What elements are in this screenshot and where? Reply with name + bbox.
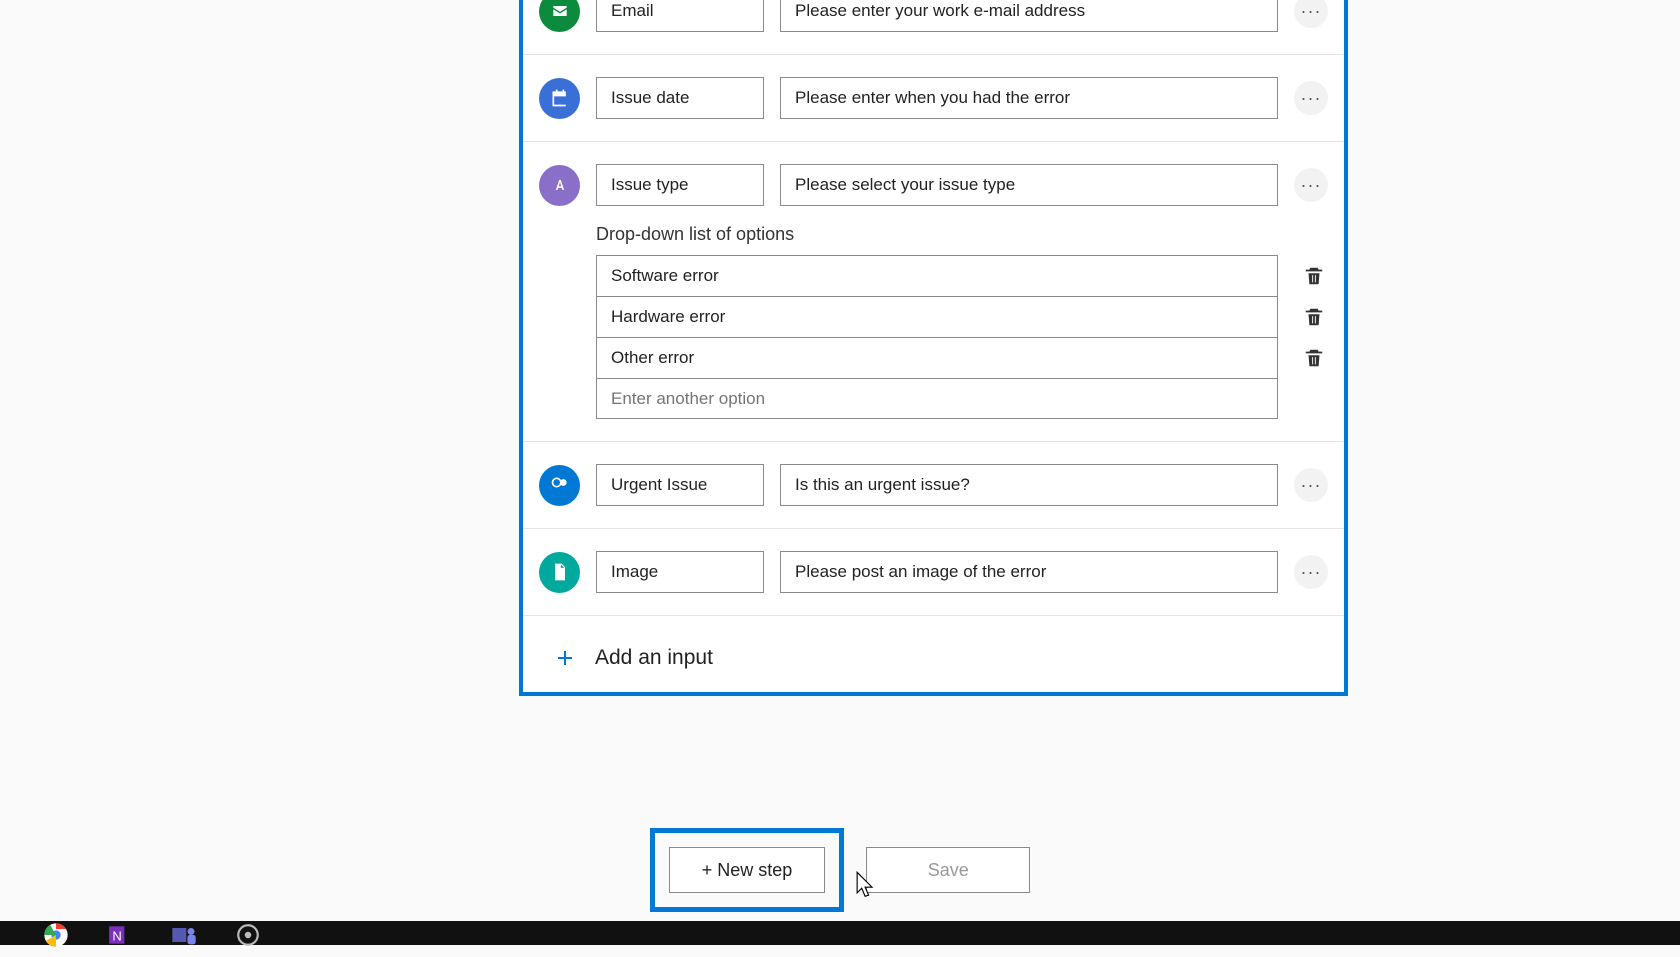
add-input-label: Add an input — [595, 646, 713, 670]
option-input-1[interactable] — [596, 296, 1278, 337]
more-icon: ··· — [1301, 89, 1322, 107]
option-input-0[interactable] — [596, 255, 1278, 296]
input-block-image: ··· — [523, 551, 1344, 616]
image-more-button[interactable]: ··· — [1294, 555, 1328, 589]
file-icon — [539, 552, 580, 593]
date-more-button[interactable]: ··· — [1294, 81, 1328, 115]
delete-option-button[interactable] — [1300, 262, 1328, 290]
input-block-urgent: ··· — [523, 464, 1344, 529]
trash-icon — [1303, 265, 1325, 287]
plus-icon — [553, 646, 577, 670]
dropdown-options-label: Drop-down list of options — [596, 224, 1328, 245]
image-desc-input[interactable] — [780, 551, 1278, 593]
dropdown-options-section: Drop-down list of options — [539, 224, 1328, 419]
more-icon: ··· — [1301, 476, 1322, 494]
new-step-highlight: + New step — [650, 828, 845, 912]
date-icon — [539, 78, 580, 119]
input-block-email: ··· — [523, 0, 1344, 55]
delete-option-button[interactable] — [1300, 344, 1328, 372]
option-input-2[interactable] — [596, 337, 1278, 378]
trigger-card: ··· ··· ··· Drop-down list of options — [519, 0, 1348, 696]
yesno-icon — [539, 465, 580, 506]
save-button[interactable]: Save — [866, 847, 1030, 893]
input-block-type: ··· Drop-down list of options — [523, 164, 1344, 442]
email-icon — [539, 0, 580, 32]
delete-option-button[interactable] — [1300, 303, 1328, 331]
date-name-input[interactable] — [596, 77, 764, 119]
taskbar-chrome-icon[interactable] — [34, 913, 78, 957]
taskbar-teams-icon[interactable] — [162, 913, 206, 957]
add-input-button[interactable]: Add an input — [523, 638, 1344, 670]
option-row — [596, 296, 1328, 337]
action-row: + New step Save — [0, 828, 1680, 912]
email-more-button[interactable]: ··· — [1294, 0, 1328, 28]
type-desc-input[interactable] — [780, 164, 1278, 206]
urgent-name-input[interactable] — [596, 464, 764, 506]
urgent-desc-input[interactable] — [780, 464, 1278, 506]
new-option-row — [596, 378, 1328, 419]
trash-icon — [1303, 347, 1325, 369]
taskbar: N — [0, 921, 1680, 945]
input-block-date: ··· — [523, 77, 1344, 142]
taskbar-app-icon[interactable] — [226, 913, 270, 957]
more-icon: ··· — [1301, 2, 1322, 20]
svg-text:N: N — [112, 928, 121, 943]
text-icon — [539, 165, 580, 206]
trash-icon — [1303, 306, 1325, 328]
taskbar-onenote-icon[interactable]: N — [98, 913, 142, 957]
email-name-input[interactable] — [596, 0, 764, 32]
date-desc-input[interactable] — [780, 77, 1278, 119]
more-icon: ··· — [1301, 563, 1322, 581]
image-name-input[interactable] — [596, 551, 764, 593]
option-row — [596, 337, 1328, 378]
new-step-button[interactable]: + New step — [669, 847, 826, 893]
more-icon: ··· — [1301, 176, 1322, 194]
type-name-input[interactable] — [596, 164, 764, 206]
type-more-button[interactable]: ··· — [1294, 168, 1328, 202]
urgent-more-button[interactable]: ··· — [1294, 468, 1328, 502]
new-option-input[interactable] — [596, 378, 1278, 419]
option-row — [596, 255, 1328, 296]
email-desc-input[interactable] — [780, 0, 1278, 32]
